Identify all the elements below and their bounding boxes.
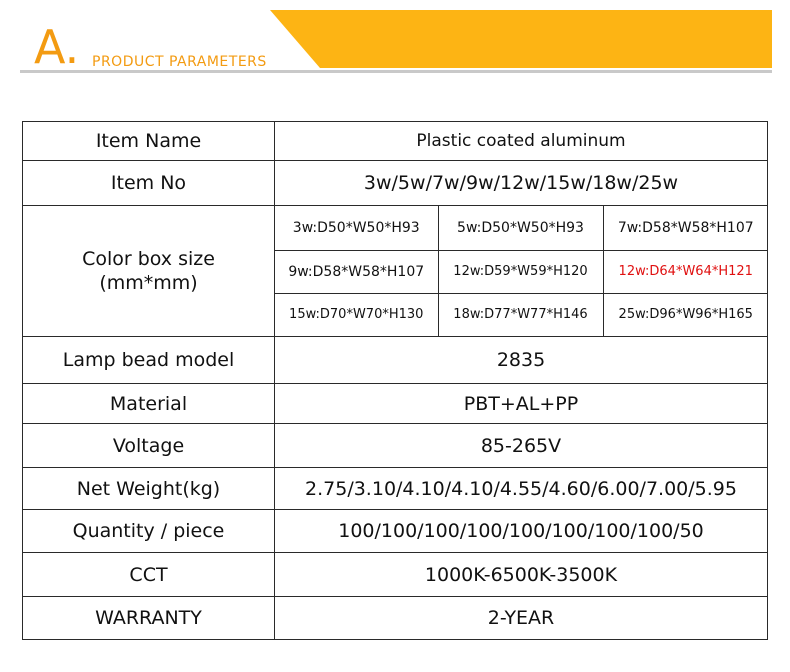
table-row-item-name: Item Name Plastic coated aluminum xyxy=(22,121,768,161)
color-box-cell: 25w:D96*W96*H165 xyxy=(602,292,768,336)
voltage-label: Voltage xyxy=(22,423,275,468)
header-divider xyxy=(20,70,772,73)
color-box-row: 3w:D50*W50*H93 5w:D50*W50*H93 7w:D58*W58… xyxy=(275,206,768,251)
quantity-value: 100/100/100/100/100/100/100/100/50 xyxy=(274,509,768,553)
lamp-bead-value: 2835 xyxy=(274,336,768,384)
table-row-cct: CCT 1000K-6500K-3500K xyxy=(22,552,768,597)
lamp-bead-label: Lamp bead model xyxy=(22,336,275,384)
header-title: PRODUCT PARAMETERS xyxy=(92,54,267,70)
table-row-voltage: Voltage 85-265V xyxy=(22,423,768,468)
net-weight-value: 2.75/3.10/4.10/4.10/4.55/4.60/6.00/7.00/… xyxy=(274,467,768,510)
material-label: Material xyxy=(22,383,275,424)
color-box-cell: 18w:D77*W77*H146 xyxy=(437,292,604,336)
color-box-cell: 15w:D70*W70*H130 xyxy=(275,292,439,336)
table-row-color-box: Color box size (mm*mm) 3w:D50*W50*H93 5w… xyxy=(22,205,768,337)
cct-value: 1000K-6500K-3500K xyxy=(274,552,768,597)
material-value: PBT+AL+PP xyxy=(274,383,768,424)
table-row-material: Material PBT+AL+PP xyxy=(22,383,768,424)
item-no-value: 3w/5w/7w/9w/12w/15w/18w/25w xyxy=(274,160,768,206)
color-box-label-line1: Color box size xyxy=(82,248,215,270)
color-box-row: 9w:D58*W58*H107 12w:D59*W59*H120 12w:D64… xyxy=(275,249,768,294)
color-box-grid: 3w:D50*W50*H93 5w:D50*W50*H93 7w:D58*W58… xyxy=(275,206,768,336)
warranty-label: WARRANTY xyxy=(22,596,275,640)
color-box-cell: 7w:D58*W58*H107 xyxy=(602,206,768,251)
color-box-label-line2: (mm*mm) xyxy=(99,272,198,294)
warranty-value: 2-YEAR xyxy=(274,596,768,640)
table-row-quantity: Quantity / piece 100/100/100/100/100/100… xyxy=(22,509,768,553)
voltage-value: 85-265V xyxy=(274,423,768,468)
parameters-table: Item Name Plastic coated aluminum Item N… xyxy=(22,121,768,640)
cct-label: CCT xyxy=(22,552,275,597)
table-row-warranty: WARRANTY 2-YEAR xyxy=(22,596,768,640)
item-name-value: Plastic coated aluminum xyxy=(274,121,768,161)
color-box-label: Color box size (mm*mm) xyxy=(22,205,275,337)
color-box-cell: 9w:D58*W58*H107 xyxy=(275,249,439,294)
color-box-cell: 12w:D59*W59*H120 xyxy=(437,249,604,294)
color-box-grid-cell: 3w:D50*W50*H93 5w:D50*W50*H93 7w:D58*W58… xyxy=(274,205,768,337)
item-no-label: Item No xyxy=(22,160,275,206)
item-name-label: Item Name xyxy=(22,121,275,161)
table-row-lamp-bead: Lamp bead model 2835 xyxy=(22,336,768,384)
color-box-cell: 5w:D50*W50*H93 xyxy=(437,206,604,251)
quantity-label: Quantity / piece xyxy=(22,509,275,553)
color-box-cell: 3w:D50*W50*H93 xyxy=(275,206,439,251)
net-weight-label: Net Weight(kg) xyxy=(22,467,275,510)
header-letter: A. xyxy=(34,20,80,74)
color-box-cell-highlighted: 12w:D64*W64*H121 xyxy=(602,249,768,294)
color-box-row: 15w:D70*W70*H130 18w:D77*W77*H146 25w:D9… xyxy=(275,292,768,336)
table-row-net-weight: Net Weight(kg) 2.75/3.10/4.10/4.10/4.55/… xyxy=(22,467,768,510)
table-row-item-no: Item No 3w/5w/7w/9w/12w/15w/18w/25w xyxy=(22,160,768,206)
